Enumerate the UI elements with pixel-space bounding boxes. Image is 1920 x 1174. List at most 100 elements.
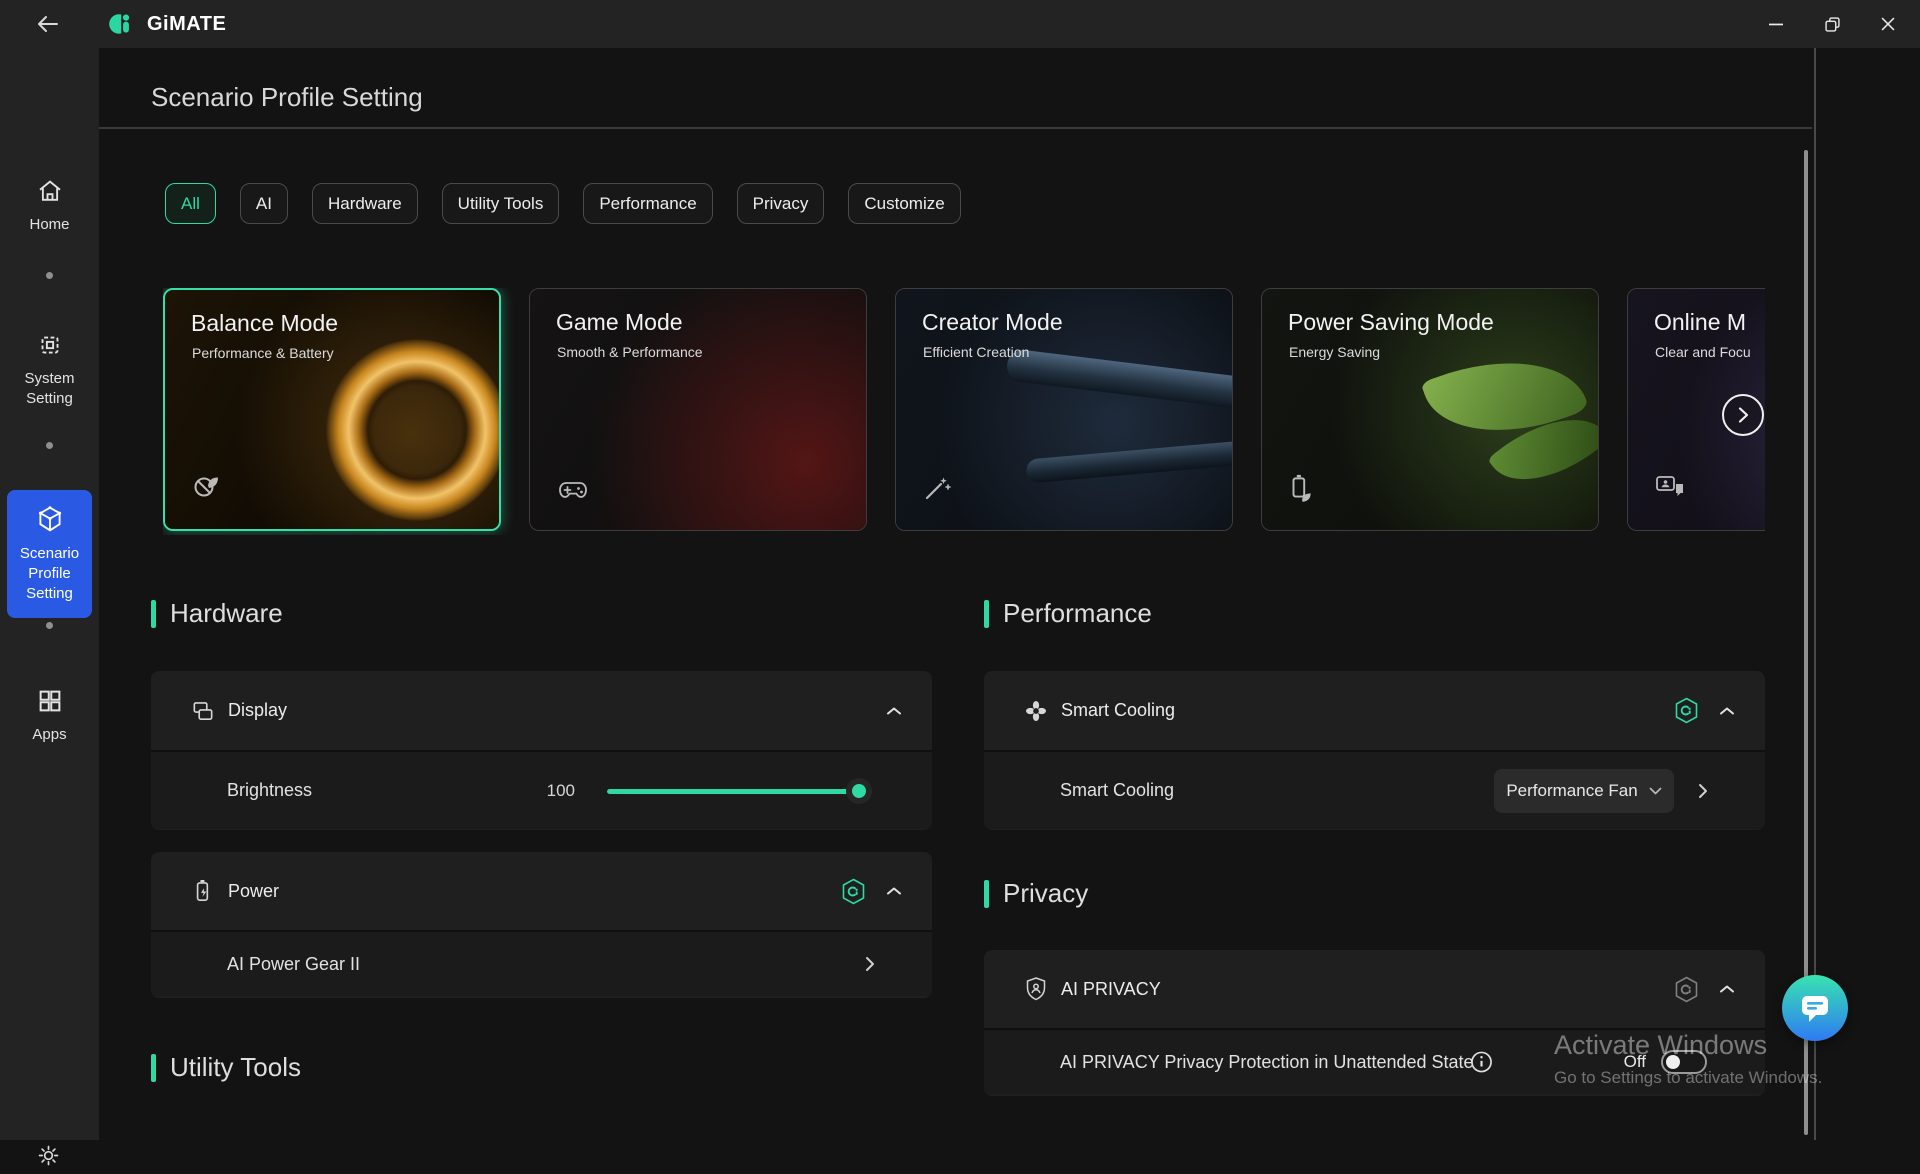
tab-all[interactable]: All bbox=[165, 183, 216, 224]
window-controls bbox=[1748, 0, 1916, 48]
minimize-icon bbox=[1769, 23, 1783, 26]
filter-tabs: All AI Hardware Utility Tools Performanc… bbox=[165, 183, 961, 224]
card-title: AI PRIVACY bbox=[1061, 979, 1161, 1000]
sidebar-item-home[interactable]: Home bbox=[0, 176, 99, 235]
sidebar-separator-dot bbox=[46, 272, 53, 279]
display-icon bbox=[188, 698, 218, 724]
display-card-header[interactable]: Display bbox=[151, 671, 932, 750]
chevron-up-icon[interactable] bbox=[886, 886, 902, 896]
mode-card-subtitle: Smooth & Performance bbox=[557, 344, 703, 360]
close-button[interactable] bbox=[1860, 0, 1916, 48]
app-name: GiMATE bbox=[147, 13, 226, 36]
sidebar-item-label: Home bbox=[29, 215, 69, 235]
restore-icon bbox=[1825, 17, 1840, 32]
brightness-slider[interactable] bbox=[607, 777, 872, 805]
restore-button[interactable] bbox=[1804, 0, 1860, 48]
display-card: Display Brightness 100 bbox=[151, 671, 932, 830]
fan-mode-dropdown[interactable]: Performance Fan bbox=[1494, 769, 1674, 813]
sidebar-item-apps[interactable]: Apps bbox=[0, 686, 99, 745]
mode-card-balance[interactable]: Balance Mode Performance & Battery bbox=[163, 288, 501, 531]
back-button[interactable] bbox=[30, 10, 66, 38]
ai-hex-badge-icon bbox=[1674, 697, 1699, 724]
gamepad-icon bbox=[556, 477, 590, 508]
app-logo: GiMATE bbox=[108, 9, 226, 39]
system-setting-icon bbox=[35, 330, 65, 360]
card-title: Display bbox=[228, 700, 287, 721]
privacy-protection-toggle[interactable] bbox=[1661, 1050, 1707, 1074]
titlebar: GiMATE bbox=[0, 0, 1920, 48]
mode-card-title: Online M bbox=[1654, 309, 1746, 336]
accent-bar bbox=[151, 600, 156, 628]
section-heading-utility-tools: Utility Tools bbox=[151, 1052, 301, 1083]
mode-card-title: Power Saving Mode bbox=[1288, 309, 1494, 336]
power-card: Power AI Power Gear II bbox=[151, 852, 932, 998]
mode-card-power-saving[interactable]: Power Saving Mode Energy Saving bbox=[1261, 288, 1599, 531]
mode-card-game[interactable]: Game Mode Smooth & Performance bbox=[529, 288, 867, 531]
tab-utility-tools[interactable]: Utility Tools bbox=[442, 183, 560, 224]
mode-card-subtitle: Clear and Focu bbox=[1655, 344, 1751, 360]
magic-wand-icon bbox=[922, 473, 952, 508]
tab-privacy[interactable]: Privacy bbox=[737, 183, 825, 224]
ai-power-gear-row[interactable]: AI Power Gear II bbox=[151, 930, 932, 996]
smart-cooling-row: Smart Cooling Performance Fan bbox=[984, 750, 1765, 829]
settings-button[interactable] bbox=[35, 1142, 62, 1174]
chevron-up-icon[interactable] bbox=[886, 706, 902, 716]
fan-mode-value: Performance Fan bbox=[1506, 781, 1637, 801]
ai-power-gear-label: AI Power Gear II bbox=[227, 954, 360, 975]
chevron-up-icon[interactable] bbox=[1719, 706, 1735, 716]
mode-card-title: Creator Mode bbox=[922, 309, 1063, 336]
mode-card-subtitle: Efficient Creation bbox=[923, 344, 1029, 360]
ai-privacy-card-header[interactable]: AI PRIVACY bbox=[984, 950, 1765, 1028]
back-arrow-icon bbox=[37, 15, 59, 33]
brightness-slider-thumb[interactable] bbox=[846, 778, 872, 804]
accent-bar bbox=[984, 880, 989, 908]
chevron-up-icon[interactable] bbox=[1719, 984, 1735, 994]
page-title: Scenario Profile Setting bbox=[151, 82, 423, 113]
tab-performance[interactable]: Performance bbox=[583, 183, 712, 224]
next-modes-button[interactable] bbox=[1722, 394, 1764, 436]
power-battery-icon bbox=[188, 878, 218, 904]
ai-hex-badge-icon bbox=[841, 878, 866, 905]
header-divider bbox=[99, 127, 1812, 129]
chevron-down-icon bbox=[1649, 787, 1662, 795]
privacy-shield-icon bbox=[1021, 976, 1051, 1002]
section-heading-performance: Performance bbox=[984, 598, 1152, 629]
ai-privacy-card: AI PRIVACY AI PRIVACY Privacy Protection… bbox=[984, 950, 1765, 1096]
sidebar-separator-dot bbox=[46, 442, 53, 449]
settings-gear-icon bbox=[35, 1142, 62, 1169]
mode-card-subtitle: Performance & Battery bbox=[192, 345, 334, 361]
sidebar-item-label: Apps bbox=[32, 725, 66, 745]
tab-hardware[interactable]: Hardware bbox=[312, 183, 418, 224]
close-icon bbox=[1881, 17, 1895, 31]
chat-button[interactable] bbox=[1782, 975, 1848, 1041]
next-arrow-icon bbox=[1737, 406, 1749, 424]
chevron-right-icon[interactable] bbox=[865, 956, 875, 972]
smart-cooling-card-header[interactable]: Smart Cooling bbox=[984, 671, 1765, 750]
slider-track bbox=[607, 789, 872, 794]
privacy-protection-row: AI PRIVACY Privacy Protection in Unatten… bbox=[984, 1028, 1765, 1094]
mode-card-carousel: Balance Mode Performance & Battery Game … bbox=[163, 288, 1765, 535]
meeting-chat-icon bbox=[1654, 473, 1688, 508]
sidebar-item-system-setting[interactable]: System Setting bbox=[0, 330, 99, 409]
sidebar-item-scenario-profile-setting[interactable]: Scenario Profile Setting bbox=[7, 490, 92, 618]
chat-bubble-icon bbox=[1798, 992, 1832, 1024]
mode-card-creator[interactable]: Creator Mode Efficient Creation bbox=[895, 288, 1233, 531]
mode-card-title: Game Mode bbox=[556, 309, 683, 336]
gimate-logo-icon bbox=[108, 9, 138, 39]
brightness-row: Brightness 100 bbox=[151, 750, 932, 829]
ai-hex-badge-icon bbox=[1674, 976, 1699, 1003]
smart-cooling-card: Smart Cooling Smart Cooling Performance … bbox=[984, 671, 1765, 830]
tab-customize[interactable]: Customize bbox=[848, 183, 960, 224]
power-card-header[interactable]: Power bbox=[151, 852, 932, 930]
section-heading-privacy: Privacy bbox=[984, 878, 1088, 909]
accent-bar bbox=[984, 600, 989, 628]
minimize-button[interactable] bbox=[1748, 0, 1804, 48]
brightness-label: Brightness bbox=[227, 780, 312, 801]
tab-ai[interactable]: AI bbox=[240, 183, 288, 224]
chevron-right-icon[interactable] bbox=[1698, 783, 1708, 799]
toggle-knob bbox=[1666, 1055, 1680, 1069]
smart-cooling-label: Smart Cooling bbox=[1060, 780, 1174, 801]
sidebar-item-label: Scenario Profile Setting bbox=[9, 544, 90, 604]
info-icon[interactable] bbox=[1468, 1049, 1495, 1076]
sidebar-separator-dot bbox=[46, 622, 53, 629]
